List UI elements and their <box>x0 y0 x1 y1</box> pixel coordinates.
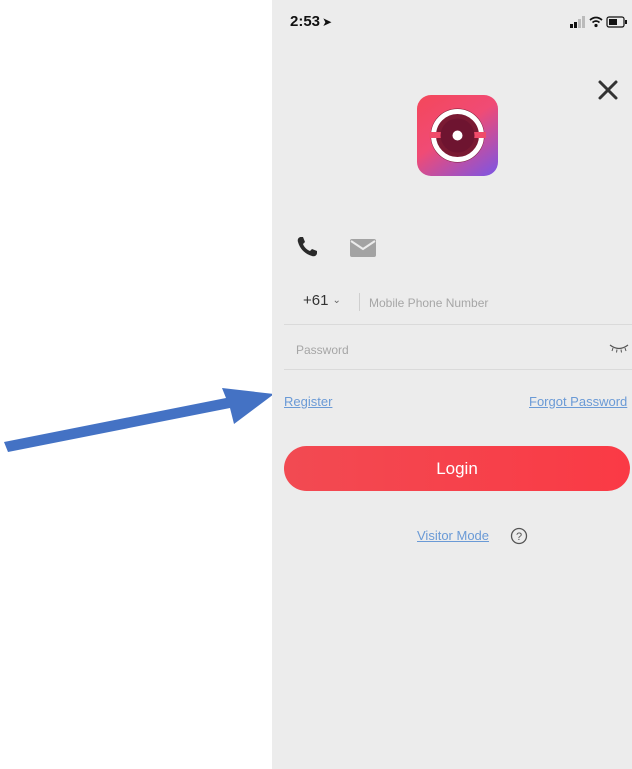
status-time-text: 2:53 <box>290 13 321 30</box>
phone-icon <box>297 237 317 257</box>
phone-number-row: +61 ⌄ <box>284 280 632 325</box>
divider <box>359 293 360 311</box>
pointer-arrow-icon <box>4 388 274 452</box>
password-input[interactable] <box>294 340 578 360</box>
status-icons <box>570 15 628 33</box>
location-arrow-icon: ➤ <box>322 15 333 29</box>
battery-icon <box>606 16 627 28</box>
eye-closed-icon <box>609 344 629 353</box>
visitor-mode-link[interactable]: Visitor Mode <box>417 528 489 543</box>
mail-icon <box>350 239 376 257</box>
tab-email-login[interactable] <box>349 237 377 259</box>
country-code-select[interactable]: +61 ⌄ <box>303 292 341 309</box>
password-row <box>284 326 632 370</box>
help-button[interactable]: ? <box>510 527 528 545</box>
app-logo-icon <box>429 108 486 163</box>
phone-screen: 2:53 ➤ +61 ⌄ Mobile Phone Number Registe… <box>272 0 632 769</box>
close-icon <box>598 80 618 100</box>
wifi-icon <box>589 16 603 28</box>
login-button[interactable]: Login <box>284 446 630 491</box>
password-visibility-toggle[interactable] <box>606 341 632 353</box>
chevron-down-icon: ⌄ <box>332 295 341 306</box>
app-logo <box>417 95 498 176</box>
country-code-value: +61 <box>303 292 329 309</box>
status-time: 2:53 ➤ <box>290 13 332 30</box>
register-link[interactable]: Register <box>284 394 332 409</box>
phone-number-input[interactable] <box>367 293 621 313</box>
forgot-password-link[interactable]: Forgot Password <box>529 394 627 409</box>
signal-icon <box>570 16 585 28</box>
tab-phone-login[interactable] <box>295 235 319 259</box>
help-circle-icon: ? <box>510 527 528 545</box>
svg-text:?: ? <box>516 531 522 543</box>
close-button[interactable] <box>596 76 620 102</box>
